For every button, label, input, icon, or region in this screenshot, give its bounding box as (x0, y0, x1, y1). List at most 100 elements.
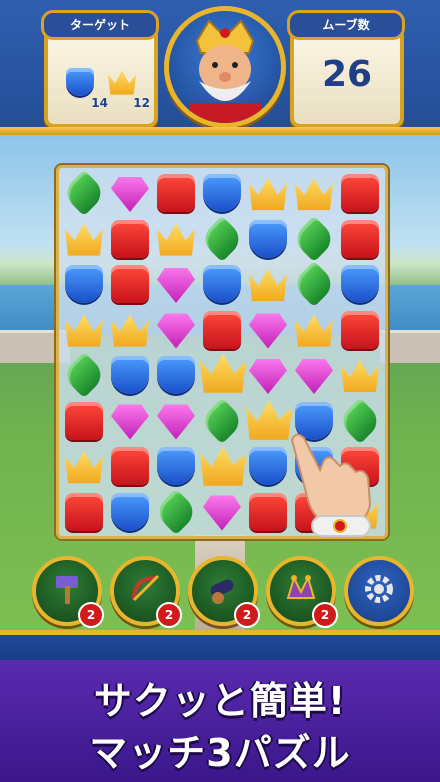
bow-arrow-icon (132, 574, 160, 602)
banner-line-1: サクッと簡単! (93, 679, 347, 723)
board-cell[interactable] (107, 443, 153, 489)
target-crown-count: 12 (133, 96, 150, 110)
board-cell[interactable] (107, 307, 153, 353)
board-cell[interactable] (61, 216, 107, 262)
red-tile-icon (341, 310, 379, 349)
board-cell[interactable] (153, 398, 199, 444)
board-cell[interactable] (107, 398, 153, 444)
jester-count-badge: 2 (312, 602, 338, 628)
board-cell[interactable] (291, 170, 337, 216)
board-cell[interactable] (61, 489, 107, 535)
board-cell[interactable] (153, 170, 199, 216)
green-tile-icon (198, 397, 246, 444)
crown-tile-icon (295, 177, 333, 211)
crown-tile-icon (200, 353, 246, 393)
crown-tile-icon (157, 223, 195, 256)
bow-booster-button[interactable]: 2 (110, 556, 182, 628)
jester-booster-button[interactable]: 2 (266, 556, 338, 628)
green-tile-icon (290, 215, 338, 262)
green-tile-icon (290, 260, 338, 308)
board-cell[interactable] (60, 351, 108, 399)
board-cell[interactable] (337, 307, 383, 353)
blue-tile-icon (157, 447, 195, 485)
board-cell[interactable] (153, 216, 199, 262)
crown-tile-icon (65, 223, 103, 256)
board-cell[interactable] (290, 260, 338, 308)
board-cell[interactable] (152, 488, 200, 535)
board-cell[interactable] (291, 307, 337, 353)
crown-tile-icon (65, 450, 103, 484)
moves-counter: 26 (321, 54, 373, 95)
board-cell[interactable] (61, 443, 107, 489)
red-tile-icon (65, 401, 103, 440)
board-cell[interactable] (153, 261, 199, 307)
board-cell[interactable] (60, 169, 108, 217)
board-cell[interactable] (61, 261, 107, 307)
red-tile-icon (203, 310, 241, 349)
settings-button[interactable] (344, 556, 414, 626)
purple-tile-icon (295, 359, 333, 394)
board-cell[interactable] (245, 216, 291, 262)
green-tile-icon (60, 169, 108, 217)
highlight-crown-3[interactable] (196, 438, 250, 492)
board-cell[interactable] (107, 489, 153, 535)
board-cell[interactable] (153, 352, 199, 398)
board-cell[interactable] (61, 398, 107, 444)
king-avatar (164, 6, 286, 128)
purple-tile-icon (157, 404, 195, 440)
red-tile-icon (111, 447, 149, 485)
booster-bar: 2 2 2 2 (0, 550, 440, 630)
red-tile-icon (111, 219, 149, 258)
crown-tile-icon (249, 177, 287, 211)
blue-tile-icon (203, 265, 241, 303)
purple-tile-icon (249, 313, 287, 349)
green-tile-icon (60, 351, 108, 399)
board-cell[interactable] (291, 352, 337, 398)
board-cell[interactable] (199, 261, 245, 307)
crown-tile-icon (295, 314, 333, 347)
bow-count-badge: 2 (156, 602, 182, 628)
blue-tile-icon (341, 265, 379, 303)
board-cell[interactable] (337, 261, 383, 307)
board-cell[interactable] (198, 397, 246, 444)
board-cell[interactable] (153, 443, 199, 489)
cannon-booster-button[interactable]: 2 (188, 556, 260, 628)
crown-tile-icon (249, 268, 287, 302)
banner-line-2: マッチ3パズル (89, 731, 351, 775)
gear-icon (365, 575, 393, 603)
board-cell[interactable] (198, 215, 246, 262)
purple-tile-icon (111, 177, 149, 212)
purple-tile-icon (249, 359, 287, 394)
target-panel: 14 12 (44, 26, 158, 128)
board-cell[interactable] (107, 170, 153, 216)
hammer-booster-button[interactable]: 2 (32, 556, 104, 628)
board-cell[interactable] (107, 352, 153, 398)
board-cell[interactable] (337, 352, 383, 398)
crown-tile-icon (200, 446, 246, 486)
green-tile-icon (198, 215, 246, 262)
crown-tile-icon (111, 314, 149, 347)
board-cell[interactable] (153, 307, 199, 353)
board-cell[interactable] (245, 170, 291, 216)
board-cell[interactable] (61, 307, 107, 353)
target-crown: 12 (104, 64, 150, 110)
board-cell[interactable] (245, 307, 291, 353)
red-tile-icon (157, 174, 195, 212)
board-cell[interactable] (290, 215, 338, 262)
blue-tile-icon (111, 356, 149, 394)
king-portrait-icon (189, 19, 261, 123)
cannon-icon (210, 579, 234, 604)
board-cell[interactable] (107, 261, 153, 307)
promo-banner: サクッと簡単! マッチ3パズル (0, 660, 440, 782)
board-cell[interactable] (337, 216, 383, 262)
board-cell[interactable] (199, 489, 245, 535)
highlight-crown-1[interactable] (196, 345, 250, 399)
blue-shield-icon (66, 68, 94, 96)
board-cell[interactable] (199, 170, 245, 216)
board-cell[interactable] (337, 170, 383, 216)
blue-tile-icon (203, 174, 241, 212)
top-hud: 14 12 ターゲット 26 ムーブ数 (0, 0, 440, 135)
board-cell[interactable] (245, 261, 291, 307)
board-cell[interactable] (107, 216, 153, 262)
target-shield: 14 (62, 64, 108, 110)
